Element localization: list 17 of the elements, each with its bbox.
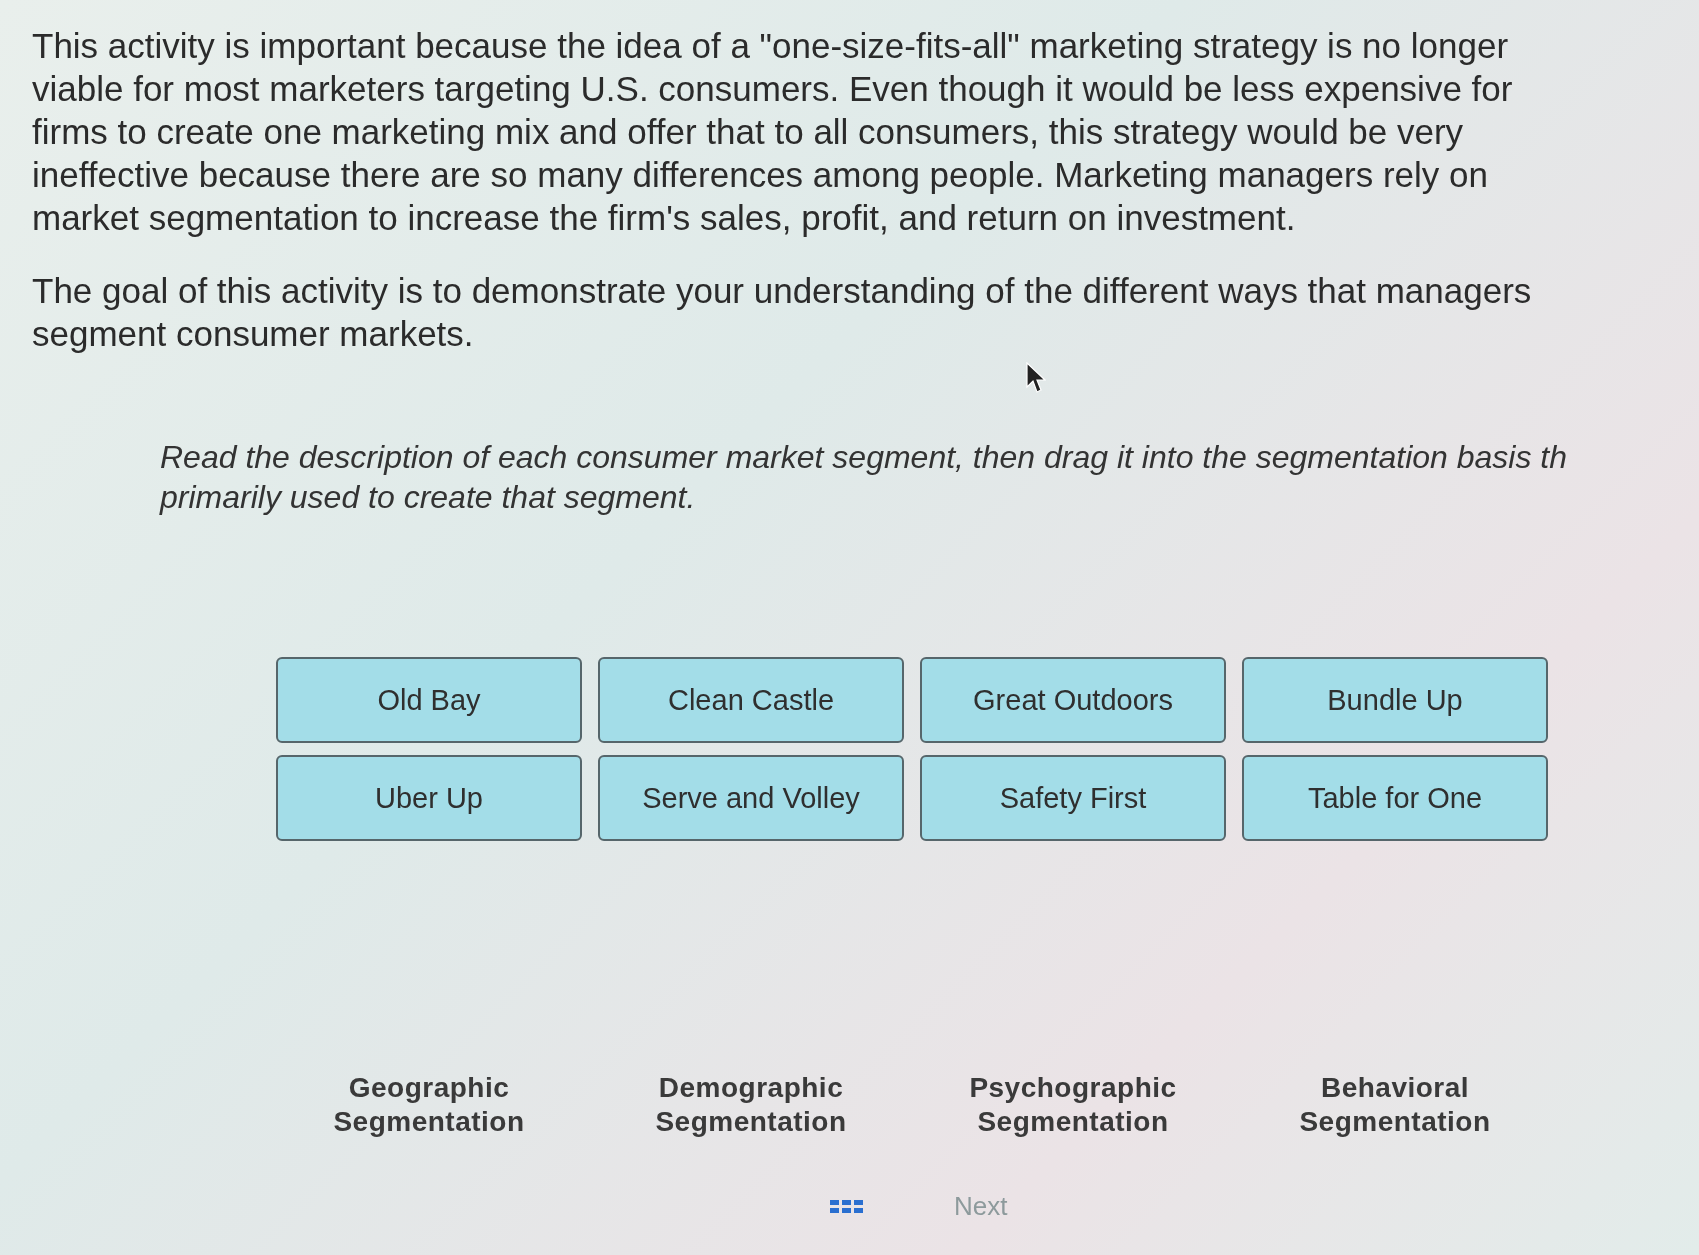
segment-card[interactable]: Table for One (1242, 755, 1548, 841)
mouse-pointer-icon (1026, 362, 1046, 394)
segmentation-category-label: Demographic Segmentation (654, 1071, 848, 1139)
intro-paragraph: The goal of this activity is to demonstrate your understanding of the different ways that managers segment consumer markets. (32, 270, 1532, 355)
segment-card[interactable]: Serve and Volley (598, 755, 904, 841)
instructions-text: Read the description of each consumer market segment, then drag it into the segmentation basis th primarily used to create that segment. (160, 438, 1567, 517)
segment-card[interactable]: Bundle Up (1242, 657, 1548, 743)
segmentation-category-label: Behavioral Segmentation (1298, 1071, 1492, 1139)
intro-paragraph: This activity is important because the idea of a "one-size-fits-all" marketing strategy is no longer viable for most marketers targeting U.S. consumers. Even though it would be less expensive for firms to create one marketing mix and offer that to all consumers, this strategy would be very ineffective because there are so many differences among people. Marketing managers rely on market segmentation to increase the firm's sales, profit, and return on investment. (32, 25, 1513, 239)
segmentation-category-label: Geographic Segmentation (332, 1071, 526, 1139)
segment-card[interactable]: Great Outdoors (920, 657, 1226, 743)
grid-icon[interactable] (830, 1199, 864, 1214)
segment-card[interactable]: Old Bay (276, 657, 582, 743)
segment-card[interactable]: Safety First (920, 755, 1226, 841)
segment-card[interactable]: Uber Up (276, 755, 582, 841)
segmentation-category-label: Psychographic Segmentation (968, 1071, 1178, 1139)
segment-card[interactable]: Clean Castle (598, 657, 904, 743)
